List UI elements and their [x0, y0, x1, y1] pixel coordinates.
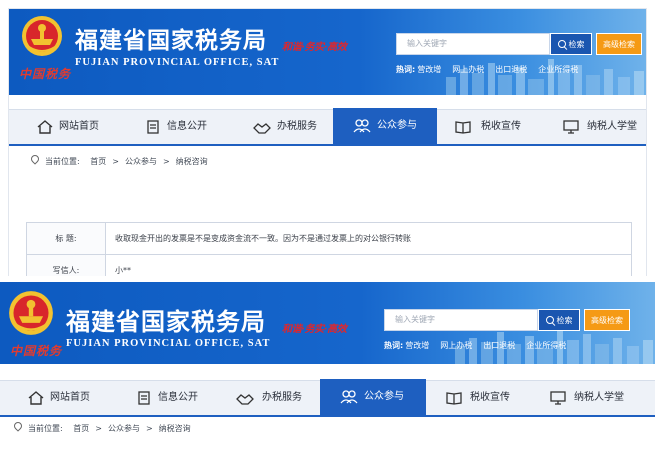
hot-word-link[interactable]: 企业所得税: [538, 65, 578, 74]
breadcrumb-link-home[interactable]: 首页: [73, 424, 89, 433]
china-tax-logo: 中国税务: [19, 67, 72, 81]
consultation-detail-table: 标 题: 收取现金开出的发票是不是变成资金流不一致。因为不是通过发票上的对公银行…: [26, 222, 632, 276]
hot-words-label: 热词:: [384, 341, 404, 350]
nav-tax-promotion[interactable]: 税收宣传: [426, 381, 536, 415]
search-button-label: 检索: [556, 316, 573, 325]
nav-label: 办税服务: [262, 392, 302, 403]
location-pin-icon: [12, 420, 24, 432]
hot-word-link[interactable]: 网上办税: [452, 65, 484, 74]
site-header: 中国税务 福建省国家税务局 FUJIAN PROVINCIAL OFFICE, …: [0, 282, 655, 364]
people-icon: [353, 119, 371, 133]
nav-label: 信息公开: [158, 392, 198, 403]
city-skyline-image: [446, 59, 644, 95]
nav-label: 办税服务: [277, 121, 317, 132]
nav-label: 网站首页: [50, 392, 90, 403]
title-label: 标 题:: [27, 223, 106, 254]
book-icon: [446, 392, 462, 405]
search-button[interactable]: 检索: [550, 33, 592, 55]
handshake-icon: [253, 123, 271, 134]
nav-tax-service[interactable]: 办税服务: [212, 381, 324, 415]
hot-word-link[interactable]: 出口退税: [495, 65, 527, 74]
breadcrumb-link-consult[interactable]: 纳税咨询: [159, 424, 191, 433]
search-icon: [545, 316, 554, 324]
breadcrumb-link-participation[interactable]: 公众参与: [125, 157, 157, 166]
home-icon: [28, 391, 44, 405]
breadcrumb-label: 当前位置:: [45, 157, 80, 166]
nav-info[interactable]: 信息公开: [104, 381, 212, 415]
hot-word-link[interactable]: 网上办税: [440, 341, 472, 350]
table-row: 标 题: 收取现金开出的发票是不是变成资金流不一致。因为不是通过发票上的对公银行…: [26, 222, 632, 254]
slogan: 和谐·务实·高效: [282, 42, 347, 53]
monitor-icon: [550, 391, 566, 405]
search-input[interactable]: 输入关键字: [384, 309, 538, 331]
main-nav: 网站首页 信息公开 办税服务 公众参与 税收宣传 纳税人学堂: [0, 379, 655, 417]
nav-label: 信息公开: [167, 121, 207, 132]
book-icon: [455, 121, 471, 134]
title-value: 收取现金开出的发票是不是变成资金流不一致。因为不是通过发票上的对公银行转账: [115, 234, 411, 243]
site-title-en: FUJIAN PROVINCIAL OFFICE, SAT: [66, 338, 271, 349]
document-icon: [147, 120, 159, 134]
hot-word-link[interactable]: 企业所得税: [526, 341, 566, 350]
handshake-icon: [236, 394, 254, 405]
tax-emblem-icon: [9, 291, 53, 335]
nav-label: 公众参与: [364, 391, 404, 402]
table-row: 写信人: 小**: [26, 254, 632, 276]
hot-word-link[interactable]: 营改增: [417, 65, 441, 74]
nav-label: 网站首页: [59, 121, 99, 132]
nav-home[interactable]: 网站首页: [0, 381, 104, 415]
china-tax-logo: 中国税务: [10, 344, 63, 358]
nav-public-participation[interactable]: 公众参与: [333, 108, 437, 144]
breadcrumb-link-participation[interactable]: 公众参与: [108, 424, 140, 433]
nav-info[interactable]: 信息公开: [113, 110, 221, 144]
hot-words: 热词: 营改增 网上办税 出口退税 企业所得税: [384, 340, 577, 351]
site-header: 中国税务 福建省国家税务局 FUJIAN PROVINCIAL OFFICE, …: [9, 9, 646, 95]
search-icon: [557, 40, 566, 48]
people-icon: [340, 390, 358, 404]
nav-label: 公众参与: [377, 120, 417, 131]
hot-words-label: 热词:: [396, 65, 416, 74]
hot-word-link[interactable]: 出口退税: [483, 341, 515, 350]
breadcrumb-label: 当前位置:: [28, 424, 63, 433]
nav-public-participation[interactable]: 公众参与: [320, 379, 426, 415]
nav-label: 税收宣传: [481, 121, 521, 132]
hot-words: 热词: 营改增 网上办税 出口退税 企业所得税: [396, 64, 589, 75]
search-button-label: 检索: [568, 40, 585, 49]
tax-emblem-icon: [22, 16, 62, 56]
writer-value: 小**: [115, 266, 131, 275]
nav-label: 纳税人学堂: [587, 121, 637, 132]
nav-taxpayer-school[interactable]: 纳税人学堂: [543, 110, 647, 144]
nav-tax-service[interactable]: 办税服务: [221, 110, 333, 144]
breadcrumb: 当前位置: 首页 > 公众参与 > 纳税咨询: [12, 420, 191, 434]
search-input[interactable]: 输入关键字: [396, 33, 550, 55]
location-pin-icon: [29, 153, 41, 165]
breadcrumb-link-home[interactable]: 首页: [90, 157, 106, 166]
screenshot-top: 中国税务 福建省国家税务局 FUJIAN PROVINCIAL OFFICE, …: [0, 0, 655, 276]
nav-label: 税收宣传: [470, 392, 510, 403]
writer-label: 写信人:: [27, 255, 106, 276]
advanced-search-button[interactable]: 高级检索: [584, 309, 630, 331]
advanced-search-button[interactable]: 高级检索: [596, 33, 642, 55]
breadcrumb-link-consult[interactable]: 纳税咨询: [176, 157, 208, 166]
site-title-en: FUJIAN PROVINCIAL OFFICE, SAT: [75, 57, 280, 68]
nav-label: 纳税人学堂: [574, 392, 624, 403]
breadcrumb: 当前位置: 首页 > 公众参与 > 纳税咨询: [29, 153, 208, 167]
nav-home[interactable]: 网站首页: [9, 110, 113, 144]
page-frame: 中国税务 福建省国家税务局 FUJIAN PROVINCIAL OFFICE, …: [0, 282, 655, 453]
site-title: 福建省国家税务局: [66, 308, 266, 336]
main-nav: 网站首页 信息公开 办税服务 公众参与 税收宣传 纳税人学堂: [9, 108, 647, 146]
site-title: 福建省国家税务局: [75, 28, 267, 54]
monitor-icon: [563, 120, 579, 134]
slogan: 和谐·务实·高效: [282, 324, 347, 335]
screenshot-bottom: 中国税务 福建省国家税务局 FUJIAN PROVINCIAL OFFICE, …: [0, 282, 655, 453]
home-icon: [37, 120, 53, 134]
nav-tax-promotion[interactable]: 税收宣传: [437, 110, 543, 144]
hot-word-link[interactable]: 营改增: [405, 341, 429, 350]
search-button[interactable]: 检索: [538, 309, 580, 331]
nav-taxpayer-school[interactable]: 纳税人学堂: [536, 381, 655, 415]
document-icon: [138, 391, 150, 405]
